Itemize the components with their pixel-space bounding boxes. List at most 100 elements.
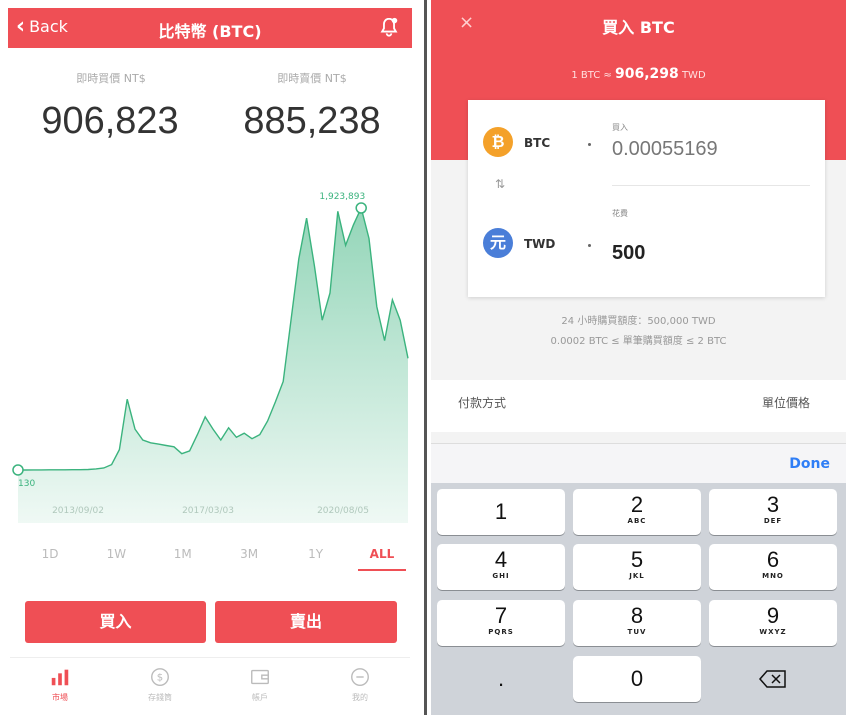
sell-price-value: 885,238 <box>243 100 381 142</box>
dropdown-dot-icon <box>588 244 591 247</box>
key-7[interactable]: 7 PQRS <box>437 600 565 646</box>
wallet-icon <box>251 669 269 685</box>
swap-icon[interactable]: ⇅ <box>495 177 505 191</box>
key-letters: MNO <box>762 572 784 580</box>
numeric-keypad: 1 2 ABC 3 DEF 4 GHI 5 JKL 6 MNO 7 PQRS 8 TUV 9 WXYZ. 0 <box>431 483 846 715</box>
dropdown-dot-icon <box>588 143 591 146</box>
decimal-key[interactable]: . <box>437 656 565 702</box>
key-4[interactable]: 4 GHI <box>437 544 565 590</box>
page-title: 比特幣 (BTC) <box>158 22 262 41</box>
x-tick-label: 2020/08/05 <box>317 506 369 516</box>
buy-button[interactable]: 買入 <box>25 601 206 643</box>
done-button[interactable]: Done <box>789 456 830 472</box>
tab-account[interactable]: 帳戶 <box>225 658 295 708</box>
key-digit: 4 <box>494 547 508 572</box>
key-letters: GHI <box>492 572 510 580</box>
range-tab-all[interactable]: ALL <box>357 541 406 571</box>
spend-amount-label: 花費 <box>612 209 628 218</box>
key-digit: 6 <box>766 547 780 572</box>
key-letters: JKL <box>629 572 645 580</box>
svg-text:$: $ <box>157 673 163 684</box>
key-letters: ABC <box>627 517 647 525</box>
screen-divider <box>420 0 431 715</box>
coin-icon: $ <box>151 668 169 686</box>
max-point-marker <box>355 202 367 214</box>
rate-suffix: TWD <box>678 70 706 81</box>
buy-amount-label: 買入 <box>612 123 628 132</box>
twd-currency-selector[interactable]: TWD <box>524 237 555 251</box>
key-digit: 9 <box>766 603 780 628</box>
chart-area <box>18 208 408 523</box>
unit-price-label: 單位價格 <box>761 396 810 410</box>
key-3[interactable]: 3 DEF <box>709 489 837 535</box>
key-letters: PQRS <box>488 628 514 636</box>
key-digit: 3 <box>766 492 780 517</box>
key-digit: 5 <box>630 547 644 572</box>
top-bar: ‹ Back 比特幣 (BTC) <box>8 8 412 48</box>
key-digit: 7 <box>494 603 508 628</box>
twd-amount-field[interactable]: 500 <box>612 242 645 265</box>
tab-market-label: 市場 <box>52 693 68 702</box>
key-digit: 8 <box>630 603 644 628</box>
range-tab-1w[interactable]: 1W <box>92 541 140 571</box>
bell-icon[interactable] <box>378 16 400 38</box>
tab-account-label: 帳戶 <box>252 693 268 702</box>
bitcoin-icon: ₿ <box>483 127 513 157</box>
key-8[interactable]: 8 TUV <box>573 600 701 646</box>
key-letters: WXYZ <box>759 628 787 636</box>
daily-limit-text: 24 小時購買額度：500,000 TWD <box>561 316 716 327</box>
key-digit: 0 <box>630 666 644 691</box>
order-limit-text: 0.0002 BTC ≤ 單筆購買額度 ≤ 2 BTC <box>550 336 727 347</box>
key-letters: TUV <box>627 628 647 636</box>
payment-row[interactable]: 付款方式 單位價格 <box>431 380 846 432</box>
profile-icon <box>351 668 369 686</box>
payment-method-label: 付款方式 <box>458 396 507 410</box>
key-digit: 1 <box>494 499 508 524</box>
tab-profile-label: 我的 <box>352 693 368 702</box>
key-0[interactable]: 0 <box>573 656 701 702</box>
conversion-card: ₿ BTC 買入 0.00055169 ⇅ 元 TWD 花費 500 <box>468 100 825 297</box>
x-tick-label: 2017/03/03 <box>182 506 234 516</box>
coin-detail-screen: ‹ Back 比特幣 (BTC) 即時買價 NT$ 906,823 即時賣價 N… <box>0 0 420 715</box>
market-icon <box>51 669 69 686</box>
key-digit: 2 <box>630 492 644 517</box>
sell-price-label: 即時賣價 NT$ <box>277 72 347 85</box>
range-tabs: 1D 1W 1M 3M 1Y ALL <box>26 541 406 571</box>
backspace-key[interactable] <box>709 656 837 702</box>
tab-profile[interactable]: 我的 <box>325 658 395 708</box>
tab-savings-label: 存錢筒 <box>148 693 172 702</box>
key-6[interactable]: 6 MNO <box>709 544 837 590</box>
range-tab-1d[interactable]: 1D <box>26 541 74 571</box>
sell-button[interactable]: 賣出 <box>215 601 397 643</box>
tab-savings[interactable]: $ 存錢筒 <box>125 658 195 708</box>
bottom-tab-bar: 市場 $ 存錢筒 帳戶 我的 <box>10 657 410 708</box>
x-tick-label: 2013/09/02 <box>52 506 104 516</box>
range-tab-1m[interactable]: 1M <box>159 541 207 571</box>
btc-amount-field[interactable]: 0.00055169 <box>612 138 718 161</box>
rate-value: 906,298 <box>615 66 679 82</box>
key-1[interactable]: 1 <box>437 489 565 535</box>
price-chart[interactable]: 130 1,923,893 2013/09/02 2017/03/03 2020/08/… <box>8 188 412 528</box>
range-tab-1y[interactable]: 1Y <box>292 541 340 571</box>
max-point-label: 1,923,893 <box>319 192 365 202</box>
purchase-limits: 24 小時購買額度：500,000 TWD 0.0002 BTC ≤ 單筆購買額… <box>431 312 846 352</box>
min-point-label: 130 <box>18 479 35 489</box>
key-9[interactable]: 9 WXYZ <box>709 600 837 646</box>
btc-currency-selector[interactable]: BTC <box>524 136 550 150</box>
key-2[interactable]: 2 ABC <box>573 489 701 535</box>
buy-btc-screen: × 買入 BTC 1 BTC ≈ 906,298 TWD ₿ BTC 買入 0.… <box>431 0 846 715</box>
tab-market[interactable]: 市場 <box>25 658 95 708</box>
key-digit: . <box>497 666 505 691</box>
backspace-icon <box>759 670 786 688</box>
keyboard-toolbar: Done <box>431 443 846 484</box>
key-5[interactable]: 5 JKL <box>573 544 701 590</box>
field-divider <box>612 185 810 186</box>
range-tab-3m[interactable]: 3M <box>225 541 273 571</box>
buy-title: 買入 BTC <box>602 18 675 37</box>
min-point-marker <box>12 464 24 476</box>
buy-price-value: 906,823 <box>41 100 179 142</box>
rate-prefix: 1 BTC ≈ <box>571 70 615 81</box>
twd-coin-icon: 元 <box>483 228 513 258</box>
buy-price-label: 即時買價 NT$ <box>76 72 146 85</box>
exchange-rate: 1 BTC ≈ 906,298 TWD <box>431 66 846 82</box>
